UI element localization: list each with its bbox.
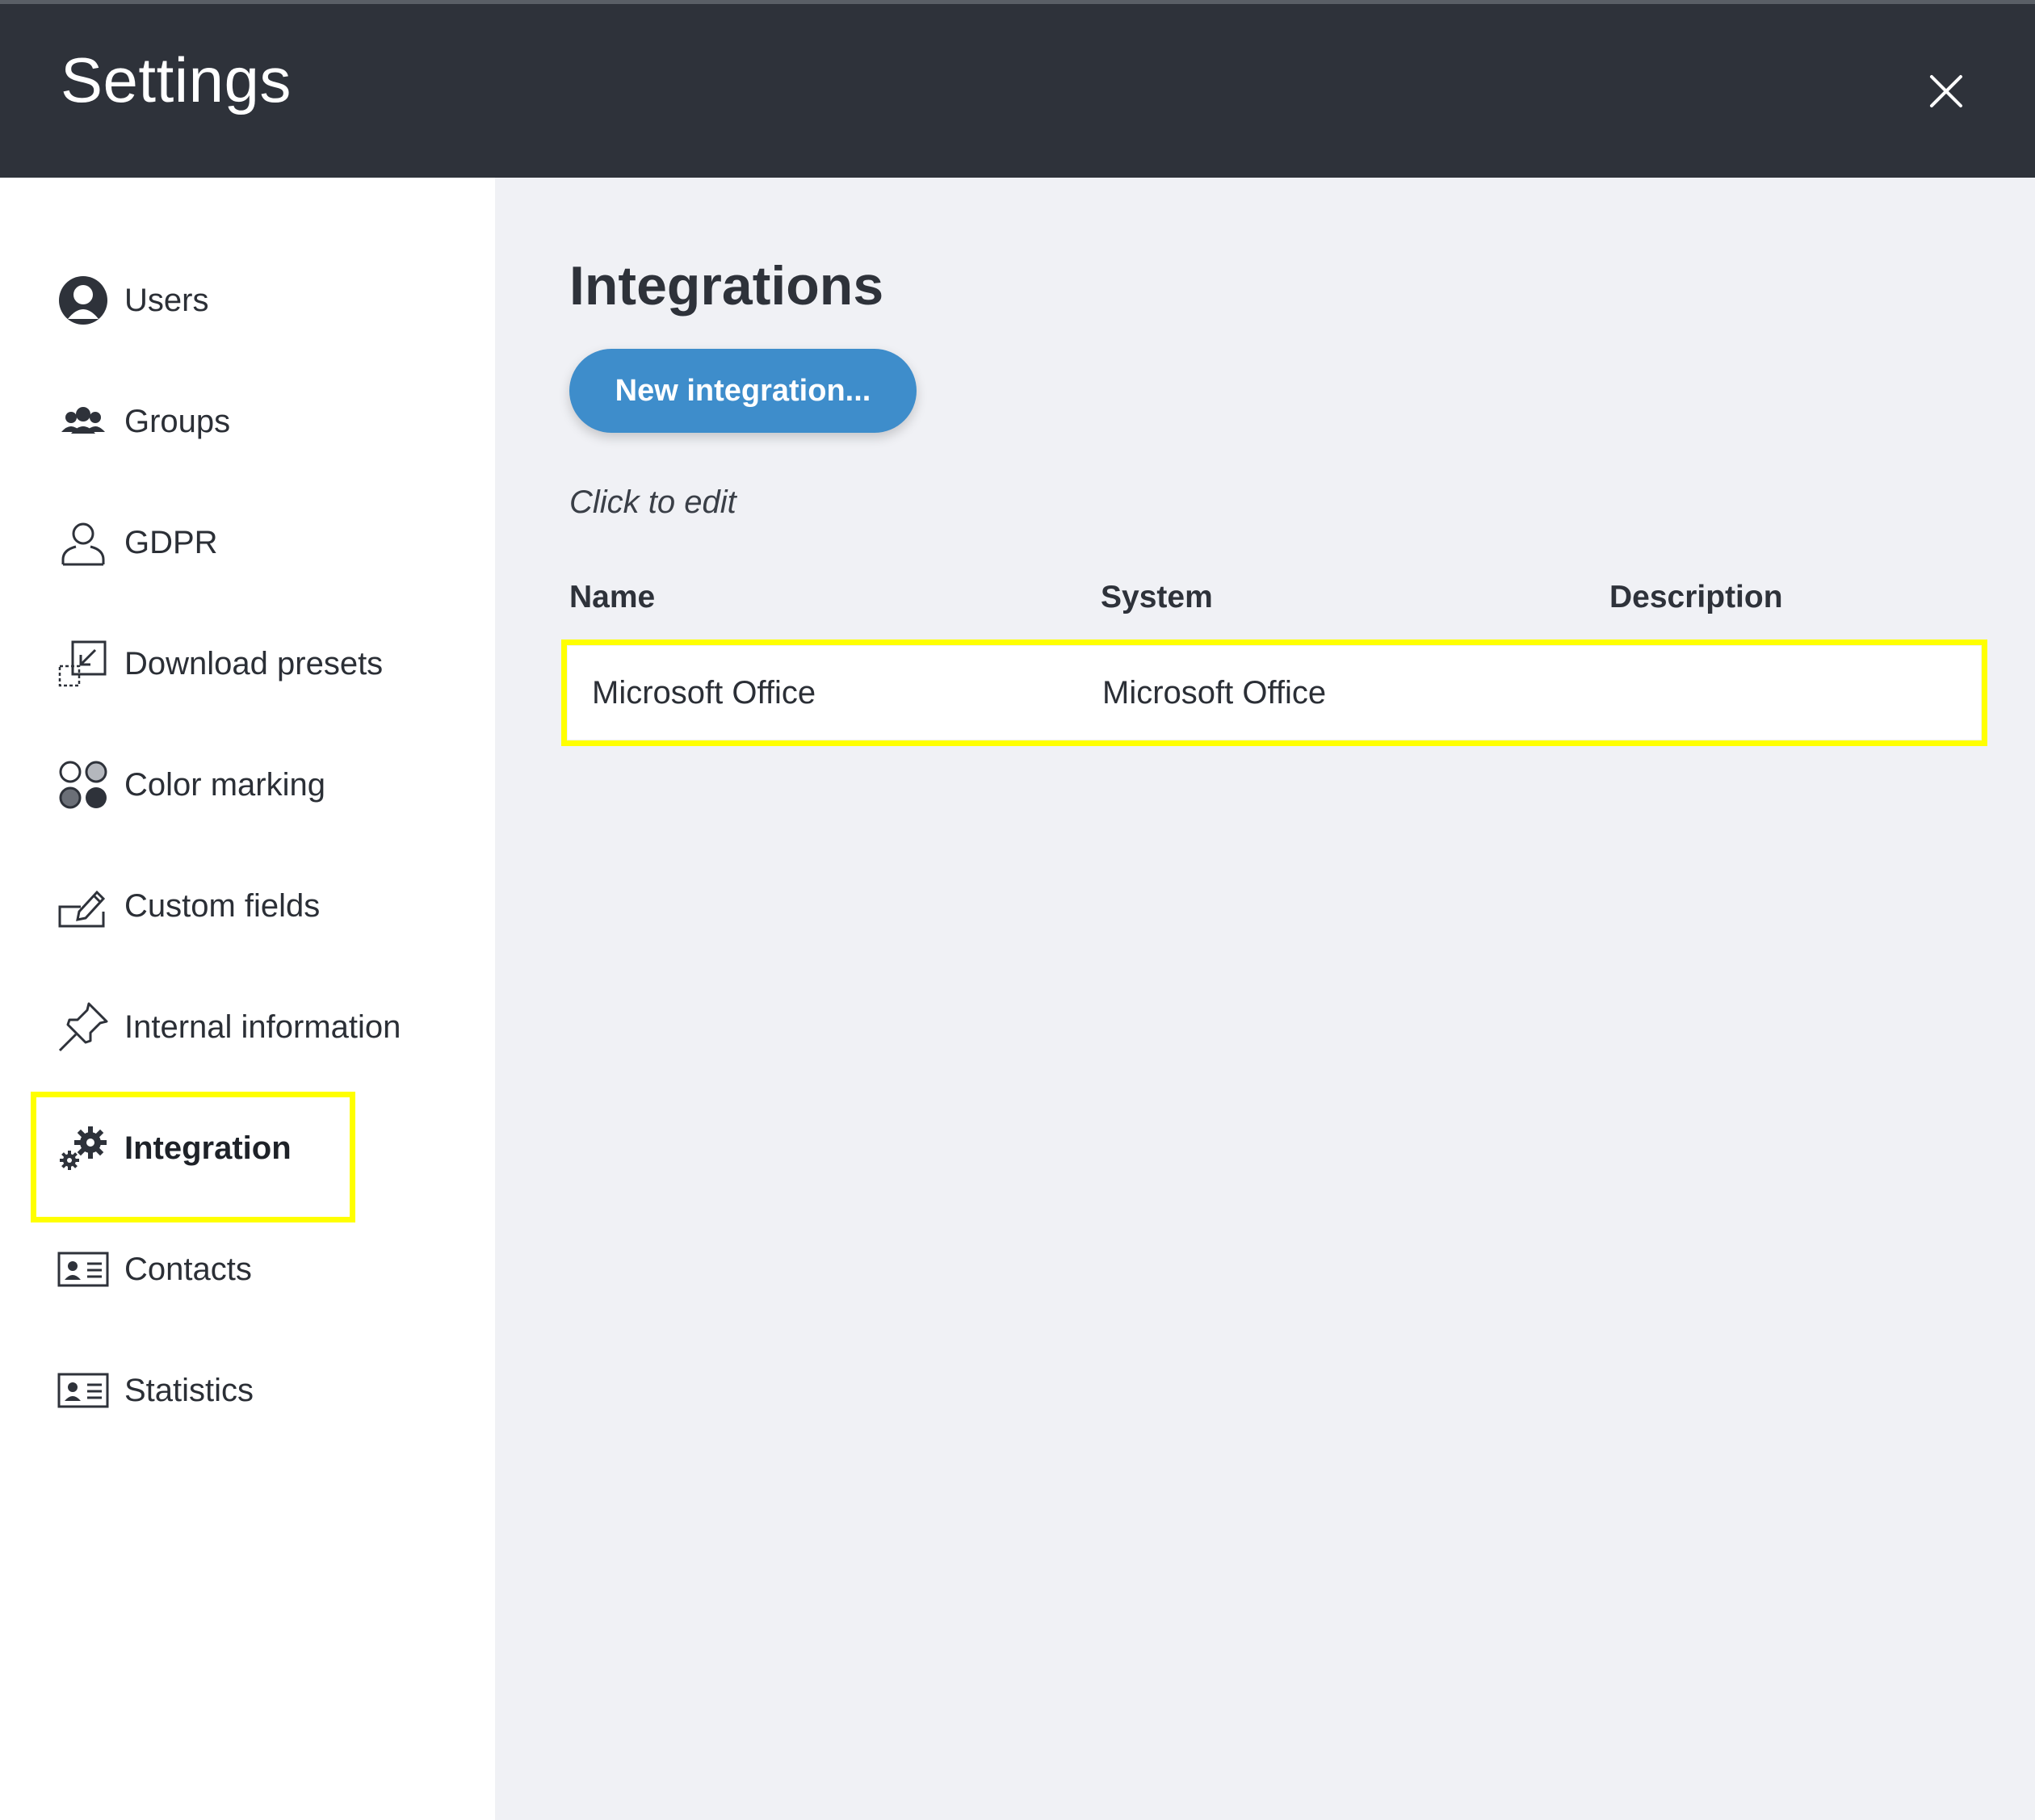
sidebar-item-label: Groups	[124, 403, 231, 439]
column-header-system: System	[1101, 580, 1213, 614]
sidebar-item-label: Integration	[124, 1130, 292, 1166]
click-to-edit-hint: Click to edit	[569, 484, 736, 520]
sidebar-item-label: Custom fields	[124, 887, 321, 924]
close-button[interactable]	[1922, 67, 1970, 115]
sidebar-item-contacts[interactable]: Contacts	[57, 1237, 252, 1302]
group-icon	[57, 395, 110, 448]
sidebar-item-internal-information[interactable]: Internal information	[57, 995, 401, 1059]
settings-header: Settings	[0, 4, 2035, 178]
sidebar-item-label: Users	[124, 282, 209, 318]
settings-window: Settings Users Groups GDPR Download pres…	[0, 0, 2035, 1820]
sidebar-item-label: Contacts	[124, 1251, 252, 1287]
settings-sidebar: Users Groups GDPR Download presets Color…	[0, 178, 495, 1820]
color-dots-icon	[57, 758, 110, 811]
sidebar-item-users[interactable]: Users	[57, 268, 208, 333]
contact-card-icon	[57, 1243, 110, 1296]
sidebar-item-label: Color marking	[124, 766, 325, 803]
sidebar-item-color-marking[interactable]: Color marking	[57, 753, 325, 817]
gears-icon	[57, 1122, 110, 1175]
table-row[interactable]: Microsoft Office Microsoft Office	[568, 646, 1981, 740]
sidebar-item-integration[interactable]: Integration	[57, 1116, 292, 1180]
integrations-panel: Integrations New integration... Click to…	[495, 178, 2035, 1820]
column-header-name: Name	[569, 580, 656, 614]
cell-name: Microsoft Office	[592, 675, 816, 711]
header-title: Settings	[61, 44, 292, 115]
person-outline-icon	[57, 516, 110, 569]
sidebar-item-groups[interactable]: Groups	[57, 389, 230, 454]
close-icon	[1930, 75, 1962, 107]
pushpin-icon	[57, 1000, 110, 1054]
sidebar-item-download-presets[interactable]: Download presets	[57, 631, 383, 696]
sidebar-item-gdpr[interactable]: GDPR	[57, 510, 218, 575]
sidebar-item-label: Statistics	[124, 1372, 254, 1408]
sidebar-item-statistics[interactable]: Statistics	[57, 1358, 254, 1423]
page-title: Integrations	[569, 255, 884, 317]
cell-system: Microsoft Office	[1102, 675, 1327, 711]
sidebar-item-label: Internal information	[124, 1009, 401, 1045]
sidebar-item-label: GDPR	[124, 524, 218, 560]
edit-field-icon	[57, 879, 110, 933]
user-circle-icon	[57, 274, 110, 327]
new-integration-button[interactable]: New integration...	[569, 349, 917, 433]
contact-card-icon	[57, 1364, 110, 1417]
download-preset-icon	[57, 637, 110, 690]
sidebar-item-label: Download presets	[124, 645, 384, 681]
sidebar-item-custom-fields[interactable]: Custom fields	[57, 874, 320, 938]
column-header-description: Description	[1609, 580, 1783, 614]
